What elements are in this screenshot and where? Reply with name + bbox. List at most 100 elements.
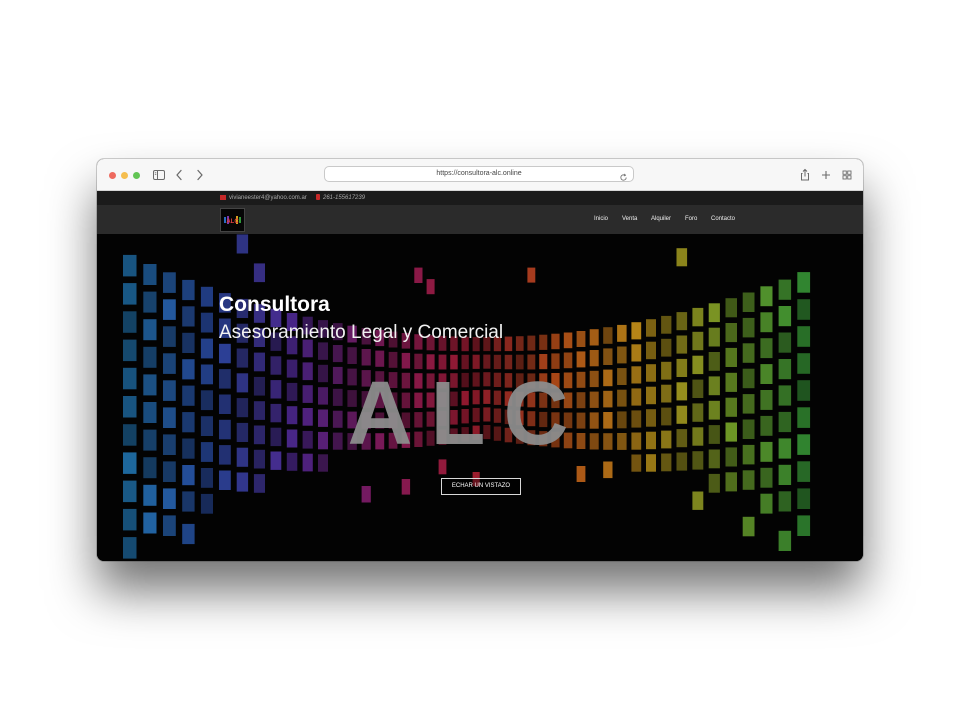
equalizer-tile: [603, 369, 613, 387]
equalizer-tile: [236, 447, 249, 467]
new-tab-icon[interactable]: [818, 167, 834, 183]
equalizer-tile: [692, 427, 704, 446]
sidebar-icon[interactable]: [151, 167, 167, 183]
site-logo[interactable]: ALC: [220, 208, 245, 232]
equalizer-tile: [200, 338, 213, 359]
equalizer-tile: [692, 403, 704, 422]
echar-un-vistazo-button[interactable]: ECHAR UN VISTAZO: [441, 478, 521, 495]
nav-item-venta[interactable]: Venta: [622, 205, 637, 234]
equalizer-tile: [123, 339, 137, 362]
equalizer-tile: [253, 425, 265, 445]
equalizer-tile: [200, 312, 213, 333]
equalizer-tile: [302, 408, 313, 426]
equalizer-tile: [778, 464, 792, 485]
equalizer-tile: [318, 364, 328, 383]
equalizer-tile: [646, 364, 656, 382]
equalizer-tile: [270, 356, 282, 375]
equalizer-tile: [143, 374, 157, 396]
equalizer-tile: [143, 319, 157, 341]
equalizer-tile: [200, 390, 213, 411]
tab-overview-icon[interactable]: [839, 167, 855, 183]
equalizer-tile: [270, 380, 282, 399]
equalizer-tile: [797, 380, 811, 401]
equalizer-tile: [661, 453, 672, 472]
nav-item-inicio[interactable]: Inicio: [594, 205, 608, 234]
share-icon[interactable]: [797, 167, 813, 183]
equalizer-tile: [742, 394, 755, 414]
hero-section: Consultora Asesoramiento Legal y Comerci…: [97, 234, 863, 561]
equalizer-tile: [182, 306, 195, 327]
equalizer-tile: [539, 334, 548, 350]
equalizer-tile: [318, 387, 328, 405]
minimize-window-button[interactable]: [121, 172, 128, 179]
nav-item-contacto[interactable]: Contacto: [711, 205, 735, 234]
equalizer-tile: [676, 382, 688, 401]
phone-icon: [316, 193, 320, 200]
equalizer-tile: [236, 373, 249, 393]
back-icon[interactable]: [171, 167, 187, 183]
equalizer-tile: [760, 338, 773, 359]
equalizer-tile: [797, 353, 811, 374]
equalizer-tile: [617, 389, 627, 407]
equalizer-tile: [797, 299, 811, 320]
nav-item-foro[interactable]: Foro: [685, 205, 697, 234]
phone-text: 261-155617239: [323, 195, 366, 201]
equalizer-tile: [253, 376, 265, 396]
equalizer-tile: [760, 390, 773, 410]
reload-icon[interactable]: [619, 169, 628, 181]
equalizer-tile: [123, 452, 137, 474]
equalizer-tile: [797, 461, 811, 482]
equalizer-tile: [163, 353, 176, 374]
equalizer-tile: [302, 362, 313, 381]
email-contact[interactable]: vivianeester4@yahoo.com.ar: [220, 193, 307, 203]
equalizer-tile: [661, 338, 672, 357]
equalizer-tile: [332, 366, 343, 384]
equalizer-tile: [563, 332, 573, 349]
equalizer-tile: [200, 286, 213, 307]
equalizer-tile: [797, 407, 811, 428]
equalizer-tile: [182, 279, 195, 301]
equalizer-tile: [318, 409, 328, 427]
equalizer-tile: [646, 409, 656, 427]
equalizer-tile: [676, 452, 688, 471]
equalizer-tile: [708, 376, 720, 396]
forward-icon[interactable]: [192, 167, 208, 183]
equalizer-tile: [236, 472, 249, 492]
url-text: https://consultora-alc.online: [436, 170, 522, 177]
equalizer-tile: [163, 434, 176, 455]
equalizer-tile: [778, 306, 792, 327]
phone-contact[interactable]: 261-155617239: [316, 193, 365, 203]
floating-tile: [692, 491, 704, 510]
floating-tile: [361, 486, 371, 503]
floating-tile: [253, 263, 265, 283]
equalizer-tile: [123, 283, 137, 305]
close-window-button[interactable]: [109, 172, 116, 179]
nav-item-alquiler[interactable]: Alquiler: [651, 205, 671, 234]
equalizer-tile: [163, 488, 176, 509]
equalizer-tile: [163, 461, 176, 482]
equalizer-tile: [200, 416, 213, 436]
equalizer-tile: [182, 385, 195, 406]
equalizer-tile: [617, 346, 627, 364]
equalizer-tile: [708, 425, 720, 444]
equalizer-tile: [123, 508, 137, 531]
equalizer-tile: [286, 452, 298, 471]
equalizer-tile: [143, 402, 157, 423]
address-bar[interactable]: https://consultora-alc.online: [324, 166, 634, 182]
equalizer-tile: [603, 412, 613, 429]
hero-title: Consultora: [219, 293, 330, 316]
zoom-window-button[interactable]: [133, 172, 140, 179]
equalizer-tile: [143, 346, 157, 368]
equalizer-tile: [302, 453, 313, 472]
equalizer-tile: [778, 491, 792, 512]
equalizer-tile: [163, 380, 176, 401]
equalizer-tile: [617, 324, 627, 342]
equalizer-tile: [182, 491, 195, 512]
equalizer-tile: [603, 390, 613, 408]
equalizer-tile: [219, 470, 231, 490]
equalizer-tile: [778, 385, 792, 406]
equalizer-tile: [725, 298, 737, 318]
floating-tile: [576, 466, 586, 482]
equalizer-tile: [253, 474, 265, 493]
equalizer-tile: [725, 372, 737, 392]
